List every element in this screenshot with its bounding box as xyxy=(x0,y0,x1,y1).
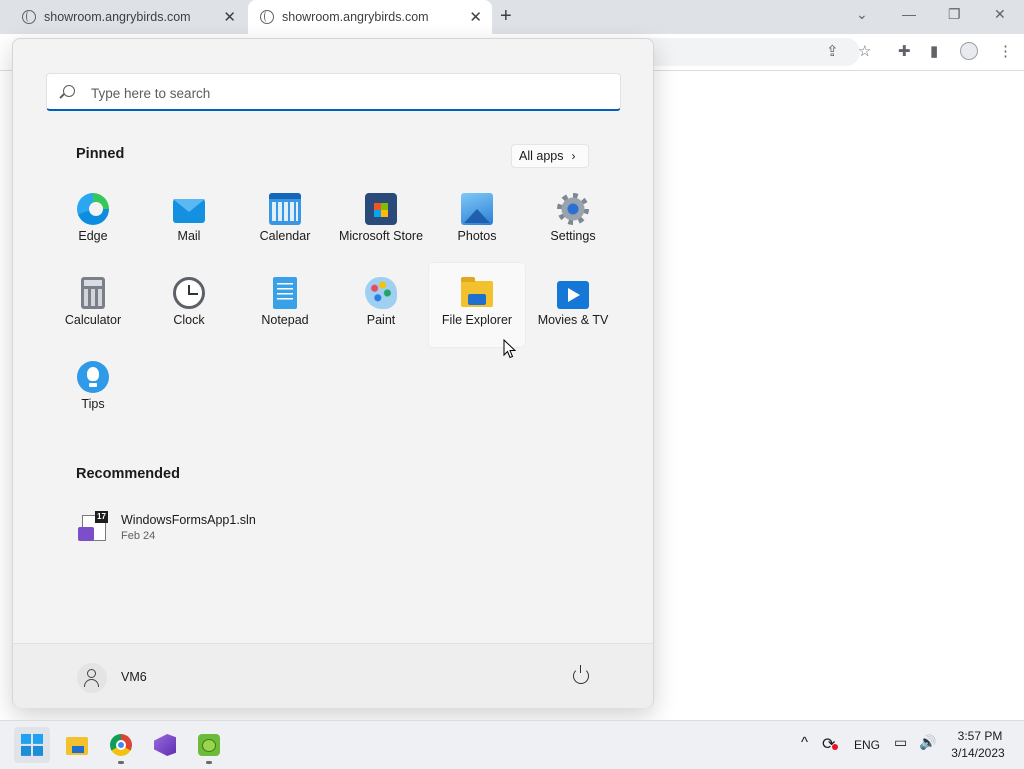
app-label: Settings xyxy=(550,229,596,243)
taskbar-chrome[interactable] xyxy=(103,727,139,764)
app-label: File Explorer xyxy=(441,313,513,327)
pinned-app-calculator[interactable]: Calculator xyxy=(45,263,141,347)
start-menu-footer: VM6 xyxy=(13,643,653,708)
paint-icon xyxy=(365,277,397,309)
app-label: Calculator xyxy=(64,313,122,327)
user-name[interactable]: VM6 xyxy=(121,670,147,684)
tab-title: showroom.angrybirds.com xyxy=(282,10,429,24)
start-menu: Pinned All apps › Edge Mail Calendar Mic… xyxy=(12,38,654,708)
side-panel-icon[interactable]: ▮ xyxy=(930,42,938,60)
pinned-app-calendar[interactable]: Calendar xyxy=(237,179,333,263)
close-tab-icon[interactable]: ✕ xyxy=(469,8,482,26)
settings-icon xyxy=(557,193,589,225)
extensions-icon[interactable]: ✚ xyxy=(898,42,911,60)
close-window-button[interactable]: ✕ xyxy=(994,6,1006,23)
browser-tab-2[interactable]: showroom.angrybirds.com ✕ xyxy=(248,0,492,34)
pinned-app-mail[interactable]: Mail xyxy=(141,179,237,263)
recommended-item-name: WindowsFormsApp1.sln xyxy=(121,513,256,527)
profile-avatar-icon[interactable] xyxy=(960,42,978,60)
close-tab-icon[interactable]: ✕ xyxy=(223,8,236,26)
more-menu-icon[interactable]: ⋮ xyxy=(998,42,1013,60)
taskbar-visual-studio[interactable] xyxy=(147,727,183,763)
pinned-app-paint[interactable]: Paint xyxy=(333,263,429,347)
pinned-app-tips[interactable]: Tips xyxy=(45,347,141,431)
tab-search-chevron-icon[interactable]: ⌄ xyxy=(856,6,868,23)
minimize-button[interactable]: — xyxy=(902,6,916,22)
photos-icon xyxy=(461,193,493,225)
pinned-heading: Pinned xyxy=(76,146,125,162)
edge-icon xyxy=(77,193,109,225)
visual-studio-solution-icon: 17 xyxy=(78,511,108,541)
mail-icon xyxy=(173,199,205,223)
all-apps-label: All apps xyxy=(519,149,564,163)
recommended-item[interactable]: 17 WindowsFormsApp1.sln Feb 24 xyxy=(73,507,313,547)
chevron-right-icon: › xyxy=(571,149,576,163)
app-label: Calendar xyxy=(259,229,311,243)
start-search-box[interactable] xyxy=(46,73,621,111)
chrome-icon xyxy=(110,734,132,756)
pinned-app-edge[interactable]: Edge xyxy=(45,179,141,263)
calendar-icon xyxy=(269,193,301,225)
app-label: Paint xyxy=(366,313,396,327)
movies-tv-icon xyxy=(557,281,589,309)
bookmark-star-icon[interactable]: ☆ xyxy=(858,42,871,60)
running-indicator xyxy=(206,761,212,764)
pinned-app-photos[interactable]: Photos xyxy=(429,179,525,263)
visual-studio-icon xyxy=(154,734,176,756)
clock-date[interactable]: 3/14/2023 xyxy=(945,746,1011,760)
running-indicator xyxy=(118,761,124,764)
user-avatar-icon[interactable] xyxy=(77,663,107,693)
globe-icon xyxy=(22,10,36,24)
search-input[interactable] xyxy=(89,82,593,104)
show-hidden-icons-chevron-icon[interactable]: ^ xyxy=(801,734,808,751)
clock-icon xyxy=(173,277,205,309)
recommended-heading: Recommended xyxy=(76,466,180,482)
app-label: Tips xyxy=(81,397,105,411)
pinned-app-file-explorer[interactable]: File Explorer xyxy=(429,263,525,347)
calculator-icon xyxy=(81,277,105,309)
pinned-app-movies-tv[interactable]: Movies & TV xyxy=(525,263,621,347)
pinned-app-clock[interactable]: Clock xyxy=(141,263,237,347)
language-indicator[interactable]: ENG xyxy=(854,738,880,752)
taskbar: ^ ⟳ ENG ▭ 🔊 3:57 PM 3/14/2023 xyxy=(0,720,1024,769)
app-label: Notepad xyxy=(261,313,309,327)
search-icon xyxy=(63,85,75,97)
tips-icon xyxy=(77,361,109,393)
pinned-app-notepad[interactable]: Notepad xyxy=(237,263,333,347)
version-badge: 17 xyxy=(95,511,108,523)
angry-birds-icon xyxy=(198,734,220,756)
pinned-app-microsoft-store[interactable]: Microsoft Store xyxy=(333,179,429,263)
browser-tab-strip: showroom.angrybirds.com ✕ showroom.angry… xyxy=(0,0,1024,34)
store-icon xyxy=(365,193,397,225)
browser-tab-1[interactable]: showroom.angrybirds.com ✕ xyxy=(0,0,246,34)
taskbar-file-explorer[interactable] xyxy=(59,727,95,763)
globe-icon xyxy=(260,10,274,24)
alert-badge-icon xyxy=(832,744,838,750)
app-label: Movies & TV xyxy=(537,313,609,327)
app-label: Mail xyxy=(177,229,201,243)
recommended-item-date: Feb 24 xyxy=(121,530,156,542)
power-icon[interactable] xyxy=(573,665,589,684)
file-explorer-icon xyxy=(66,737,88,755)
tab-title: showroom.angrybirds.com xyxy=(44,10,191,24)
taskbar-angry-birds[interactable] xyxy=(191,727,227,764)
new-tab-button[interactable]: + xyxy=(500,5,512,28)
network-icon[interactable]: ▭ xyxy=(894,734,907,751)
notepad-icon xyxy=(273,277,297,309)
app-label: Clock xyxy=(173,313,205,327)
start-button[interactable] xyxy=(14,727,50,763)
volume-icon[interactable]: 🔊 xyxy=(919,734,936,751)
pinned-app-settings[interactable]: Settings xyxy=(525,179,621,263)
restore-button[interactable]: ❐ xyxy=(948,6,961,23)
app-label: Microsoft Store xyxy=(338,229,424,243)
start-icon xyxy=(21,734,43,756)
all-apps-button[interactable]: All apps › xyxy=(511,144,589,168)
clock-time[interactable]: 3:57 PM xyxy=(950,729,1010,743)
file-explorer-icon xyxy=(461,277,493,307)
app-label: Photos xyxy=(457,229,497,243)
share-icon[interactable]: ⇪ xyxy=(826,42,839,60)
app-label: Edge xyxy=(78,229,108,243)
